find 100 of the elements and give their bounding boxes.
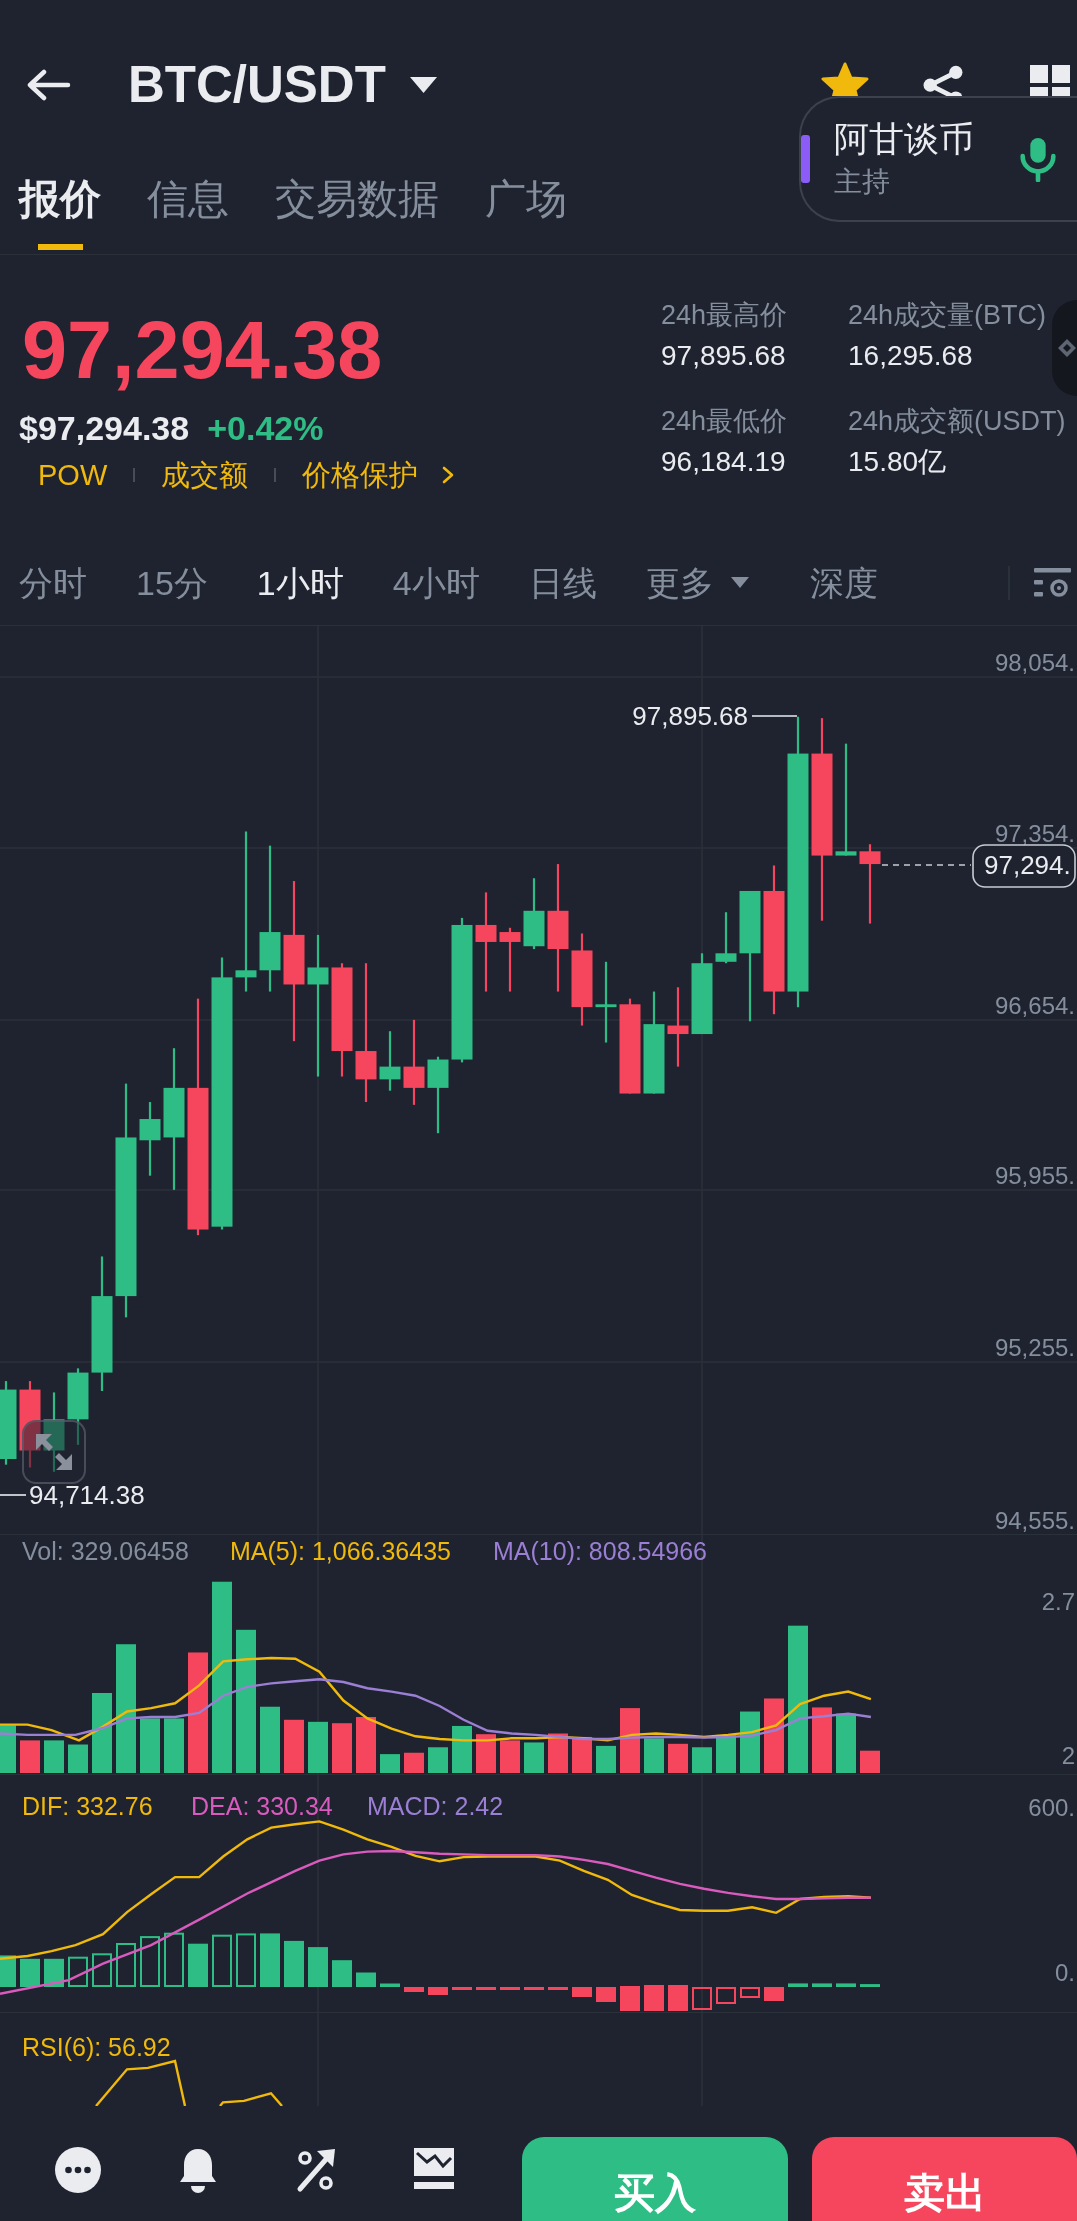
macd-bar <box>236 1933 256 1987</box>
tab[interactable]: 报价 <box>19 175 101 250</box>
tab[interactable]: 交易数据 <box>275 175 439 250</box>
volume-bar <box>164 1718 184 1773</box>
macd-bar <box>836 1983 856 1987</box>
axis-label: 2 <box>1061 1742 1075 1769</box>
macd-bar <box>212 1934 232 1987</box>
candle <box>379 1031 401 1091</box>
volume-bar <box>572 1736 592 1773</box>
interval-tab[interactable]: 1小时 <box>256 562 344 603</box>
macd-bar <box>788 1983 808 1987</box>
macd-bar <box>596 1987 616 2002</box>
interval-tab[interactable]: 4小时 <box>392 562 480 603</box>
stat-label: 24h成交量(BTC) <box>848 299 1048 332</box>
bell-icon[interactable] <box>177 2147 219 2193</box>
macd-bar <box>548 1987 568 1990</box>
macd-bar <box>332 1960 352 1987</box>
axis-label: 95,255. <box>994 1333 1075 1361</box>
stat-value: 96,184.19 <box>661 445 787 479</box>
caret-icon <box>409 77 437 93</box>
tag-link[interactable]: POW <box>38 457 108 493</box>
low-price-label: 94,714.38 <box>29 1480 145 1510</box>
interval-tab[interactable]: 15分 <box>136 562 208 603</box>
tag-link[interactable]: 价格保护 <box>302 457 455 493</box>
volume-bar <box>476 1734 496 1773</box>
macd-bar <box>740 1987 760 1998</box>
indicator-settings-icon[interactable] <box>1034 566 1071 599</box>
caret-icon <box>730 576 749 589</box>
expand-icon <box>34 1432 74 1472</box>
legend-label: DEA: 330.34 <box>191 1792 333 1820</box>
floating-button[interactable] <box>1052 300 1077 396</box>
axis-label: 94,555. <box>994 1506 1075 1534</box>
volume-bar <box>692 1747 712 1773</box>
macd-bar <box>764 1987 784 2001</box>
macd-bar <box>692 1987 712 2010</box>
legend-label: MACD: 2.42 <box>367 1792 504 1820</box>
macd-bar <box>380 1983 400 1987</box>
tab[interactable]: 信息 <box>147 175 229 250</box>
volume-bar <box>404 1752 424 1773</box>
volume-bar <box>836 1713 856 1773</box>
macd-bar <box>812 1983 832 1987</box>
last-price: 97,294.38 <box>21 305 384 395</box>
volume-bar <box>740 1711 760 1773</box>
buy-button[interactable]: 买入 <box>522 2137 788 2221</box>
interval-tab[interactable]: 日线 <box>528 562 597 603</box>
stat-value: 15.80亿 <box>848 445 948 479</box>
percent-arrow-icon[interactable] <box>295 2147 337 2193</box>
grid-icon[interactable] <box>1030 65 1070 96</box>
candle <box>499 927 521 992</box>
volume-bar <box>500 1740 520 1773</box>
live-host-card[interactable]: 阿甘谈币 主持 <box>799 96 1077 222</box>
candle <box>523 878 545 950</box>
macd-bar <box>68 1956 88 1987</box>
volume-bar <box>44 1740 64 1773</box>
legend-label: DIF: 332.76 <box>22 1792 153 1820</box>
axis-label: 600. <box>1028 1794 1075 1821</box>
tab[interactable]: 广场 <box>485 175 567 250</box>
expand-button[interactable] <box>22 1420 86 1484</box>
macd-bar <box>188 1943 208 1987</box>
macd-bar <box>572 1987 592 1997</box>
macd-bar <box>284 1940 304 1987</box>
volume-bar <box>596 1745 616 1773</box>
sell-button[interactable]: 卖出 <box>812 2137 1077 2221</box>
macd-bar <box>476 1987 496 1990</box>
volume-bar <box>356 1717 376 1773</box>
back-icon[interactable] <box>25 69 71 101</box>
volume-bar <box>620 1708 640 1773</box>
volume-bar <box>140 1718 160 1773</box>
interval-tab[interactable]: 更多 <box>645 562 749 603</box>
axis-label: 0. <box>1055 1959 1075 1986</box>
volume-bar <box>284 1719 304 1773</box>
axis-label: 97,354. <box>994 819 1075 847</box>
leader-line <box>0 1494 27 1496</box>
star-icon[interactable] <box>821 62 869 96</box>
legend-label: MA(10): 808.54966 <box>493 1537 708 1565</box>
pair-selector[interactable]: BTC/USDT <box>128 55 437 115</box>
macd-bar <box>44 1958 64 1987</box>
volume-bar <box>308 1721 328 1773</box>
chevron-icon <box>442 466 455 484</box>
macd-bar <box>668 1985 688 2011</box>
macd-bar <box>644 1985 664 2011</box>
legend-label: Vol: 329.06458 <box>22 1537 189 1565</box>
accent-bar-icon <box>801 135 810 183</box>
volume-bar <box>548 1733 568 1773</box>
interval-tab[interactable]: 分时 <box>19 562 87 603</box>
volume-bar <box>68 1744 88 1773</box>
macd-bar <box>620 1986 640 2011</box>
macd-bar <box>428 1987 448 1995</box>
price-change: +0.42% <box>207 408 324 448</box>
volume-bar <box>0 1725 16 1773</box>
ellipsis-icon[interactable] <box>55 2147 101 2193</box>
macd-bar <box>860 1984 880 1987</box>
tag-link[interactable]: 成交额 <box>161 457 249 493</box>
macd-bar <box>404 1987 424 1992</box>
chart-lines-icon[interactable] <box>413 2147 455 2191</box>
axis-label: 95,955. <box>994 1161 1075 1189</box>
last-price-tag: 97,294. <box>972 844 1076 888</box>
axis-label: 98,054. <box>994 648 1075 676</box>
interval-tab[interactable]: 深度 <box>809 562 878 603</box>
volume-bar <box>452 1725 472 1773</box>
